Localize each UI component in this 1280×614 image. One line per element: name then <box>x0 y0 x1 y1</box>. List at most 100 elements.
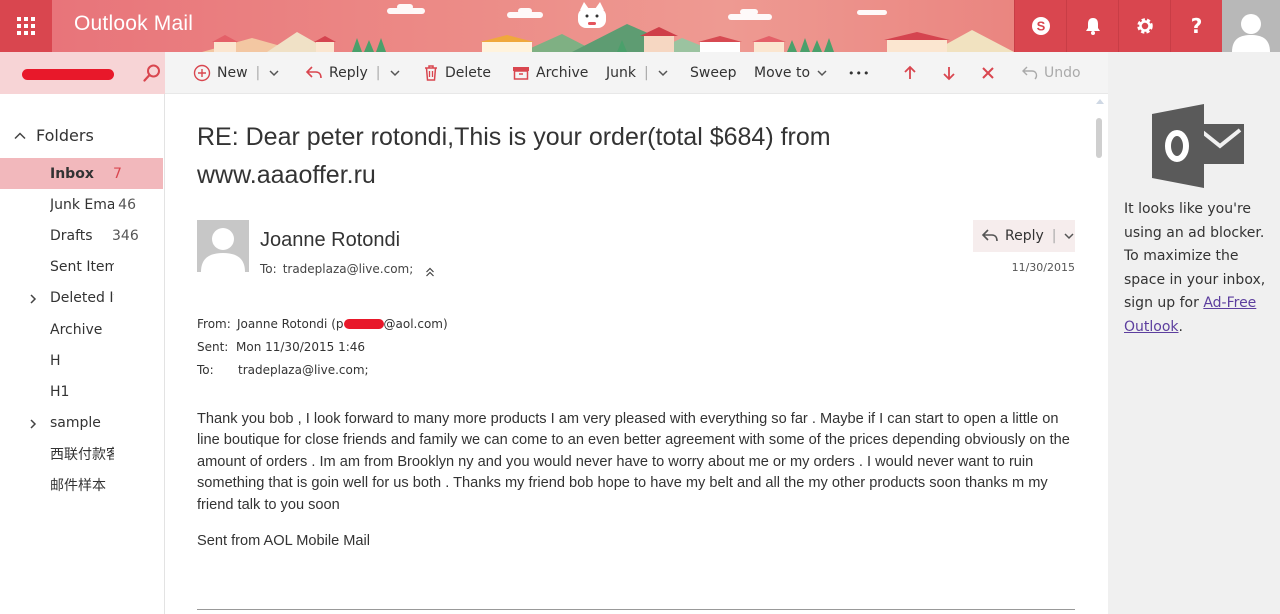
account-avatar-button[interactable] <box>1222 0 1280 52</box>
reply-icon <box>981 229 998 242</box>
unread-count: 346 <box>112 227 139 244</box>
trash-icon <box>425 65 437 81</box>
undo-icon <box>1022 66 1038 80</box>
unread-count: 46 <box>118 196 136 213</box>
help-icon: ? <box>1190 14 1203 38</box>
forwarded-from-email: @aol.com) <box>383 316 448 331</box>
folder-item[interactable]: Drafts 346 <box>0 220 163 251</box>
recipient-line: To: tradeplaza@live.com; <box>260 260 435 278</box>
lucky-cat-illustration <box>578 2 606 28</box>
reply-button[interactable]: Reply | <box>305 52 401 94</box>
folder-item[interactable]: Junk Ema 46 <box>0 189 163 220</box>
user-avatar <box>1232 14 1270 52</box>
folder-label: sample <box>50 415 101 432</box>
settings-button[interactable] <box>1118 0 1170 52</box>
undo-button[interactable]: Undo <box>1022 52 1081 94</box>
folders-toggle[interactable]: Folders <box>14 126 94 145</box>
folder-label: H <box>50 352 61 369</box>
app-launcher-button[interactable] <box>0 0 52 52</box>
message-signature: Sent from AOL Mobile Mail <box>197 533 371 549</box>
forwarded-from-name: Joanne Rotondi (p <box>237 316 344 331</box>
folder-item[interactable]: Archive <box>0 314 163 345</box>
message-subject: RE: Dear peter rotondi,This is your orde… <box>197 123 831 189</box>
collapse-recipients-icon[interactable] <box>425 266 435 278</box>
scrollbar-thumb[interactable] <box>1096 118 1102 158</box>
new-button[interactable]: New | <box>193 52 280 94</box>
person-icon <box>201 228 245 272</box>
folder-label: Drafts <box>50 227 93 244</box>
folder-item[interactable]: H <box>0 345 163 376</box>
top-header: Outlook Mail S ? <box>0 0 1280 52</box>
chevron-down-icon[interactable] <box>389 67 401 79</box>
forwarded-sent-row: Sent: Mon 11/30/2015 1:46 <box>197 339 366 354</box>
forwarded-sent-value: Mon 11/30/2015 1:46 <box>236 339 366 354</box>
archive-icon <box>513 67 529 80</box>
header-icons: S ? <box>1014 0 1280 52</box>
outlook-logo-icon <box>1152 104 1244 188</box>
forwarded-header: From: Joanne Rotondi (p @aol.com) Sent: M… <box>197 312 448 381</box>
more-actions-button[interactable]: ••• <box>848 52 870 94</box>
ad-blocker-message: It looks like you're using an ad blocker… <box>1124 201 1266 335</box>
folder-item[interactable]: sample <box>0 408 163 439</box>
archive-button[interactable]: Archive <box>512 52 588 94</box>
move-to-button[interactable]: Move to <box>754 52 828 94</box>
folder-item[interactable]: Sent Items <box>0 252 163 283</box>
search-input[interactable]: trytradeplaza <box>22 66 118 81</box>
delete-button[interactable]: Delete <box>423 52 491 94</box>
reply-icon <box>305 66 322 79</box>
close-message-button[interactable] <box>981 52 995 94</box>
folder-label: 西联付款客户 <box>50 447 114 464</box>
svg-text:S: S <box>1036 19 1045 34</box>
skype-button[interactable]: S <box>1014 0 1066 52</box>
chevron-down-icon[interactable] <box>268 67 280 79</box>
forwarded-to-value: tradeplaza@live.com; <box>238 362 369 377</box>
scroll-up-icon[interactable] <box>1096 99 1104 104</box>
previous-message-button[interactable] <box>903 52 917 94</box>
forwarded-to-row: To: tradeplaza@live.com; <box>197 362 369 377</box>
sender-name: Joanne Rotondi <box>260 229 401 251</box>
folder-item[interactable]: 西联付款客户 <box>0 439 163 470</box>
banner-illustration <box>202 2 1014 52</box>
sweep-button[interactable]: Sweep <box>690 52 736 94</box>
folder-label: Sent Items <box>50 259 114 276</box>
folder-label: Archive <box>50 321 103 338</box>
junk-button[interactable]: Junk | <box>606 52 669 94</box>
reading-pane: RE: Dear peter rotondi,This is your orde… <box>166 94 1092 614</box>
folder-label: Inbox <box>50 165 94 182</box>
waffle-icon <box>17 17 35 35</box>
help-button[interactable]: ? <box>1170 0 1222 52</box>
search-box[interactable]: trytradeplaza <box>0 52 165 94</box>
more-icon: ••• <box>848 66 871 80</box>
app-title: Outlook Mail <box>74 12 194 35</box>
notifications-button[interactable] <box>1066 0 1118 52</box>
folder-list: Inbox 7 Junk Ema46 Drafts 346 Sent Items Delet… <box>0 158 163 501</box>
arrow-up-icon <box>904 65 916 79</box>
chevron-down-icon[interactable] <box>1063 230 1075 242</box>
next-message-button[interactable] <box>942 52 956 94</box>
folder-label: Junk Ema <box>50 196 114 213</box>
outlook-window: Outlook Mail S ? Folders Inbox 7 Junk Em… <box>0 0 1280 614</box>
skype-icon: S <box>1031 17 1050 35</box>
recipient-address[interactable]: tradeplaza@live.com; <box>283 262 414 276</box>
message-body: Thank you bob , I look forward to many m… <box>197 411 1070 513</box>
search-icon[interactable] <box>143 64 161 82</box>
divider <box>197 609 1075 610</box>
folder-item[interactable]: Inbox 7 <box>0 158 163 190</box>
reading-pane-scrollbar[interactable] <box>1092 94 1108 614</box>
command-bar: New | Reply | Delete Archive Junk | Swee… <box>165 52 1108 94</box>
folder-item[interactable]: 邮件样本 <box>0 470 163 501</box>
plus-circle-icon <box>193 64 211 82</box>
chevron-right-icon[interactable] <box>28 418 38 430</box>
folder-item[interactable]: H1 <box>0 376 163 407</box>
chevron-down-icon[interactable] <box>657 67 669 79</box>
close-icon <box>982 67 994 79</box>
folder-item[interactable]: Deleted Items <box>0 283 163 314</box>
folders-title: Folders <box>36 126 94 145</box>
forwarded-from-row: From: Joanne Rotondi (p @aol.com) <box>197 316 448 331</box>
unread-count: 7 <box>113 165 122 182</box>
message-reply-button[interactable]: Reply | <box>973 220 1075 252</box>
folder-label: H1 <box>50 383 70 400</box>
chevron-right-icon[interactable] <box>28 293 38 305</box>
header-banner: Outlook Mail <box>52 0 1014 52</box>
bell-icon <box>1085 18 1100 35</box>
